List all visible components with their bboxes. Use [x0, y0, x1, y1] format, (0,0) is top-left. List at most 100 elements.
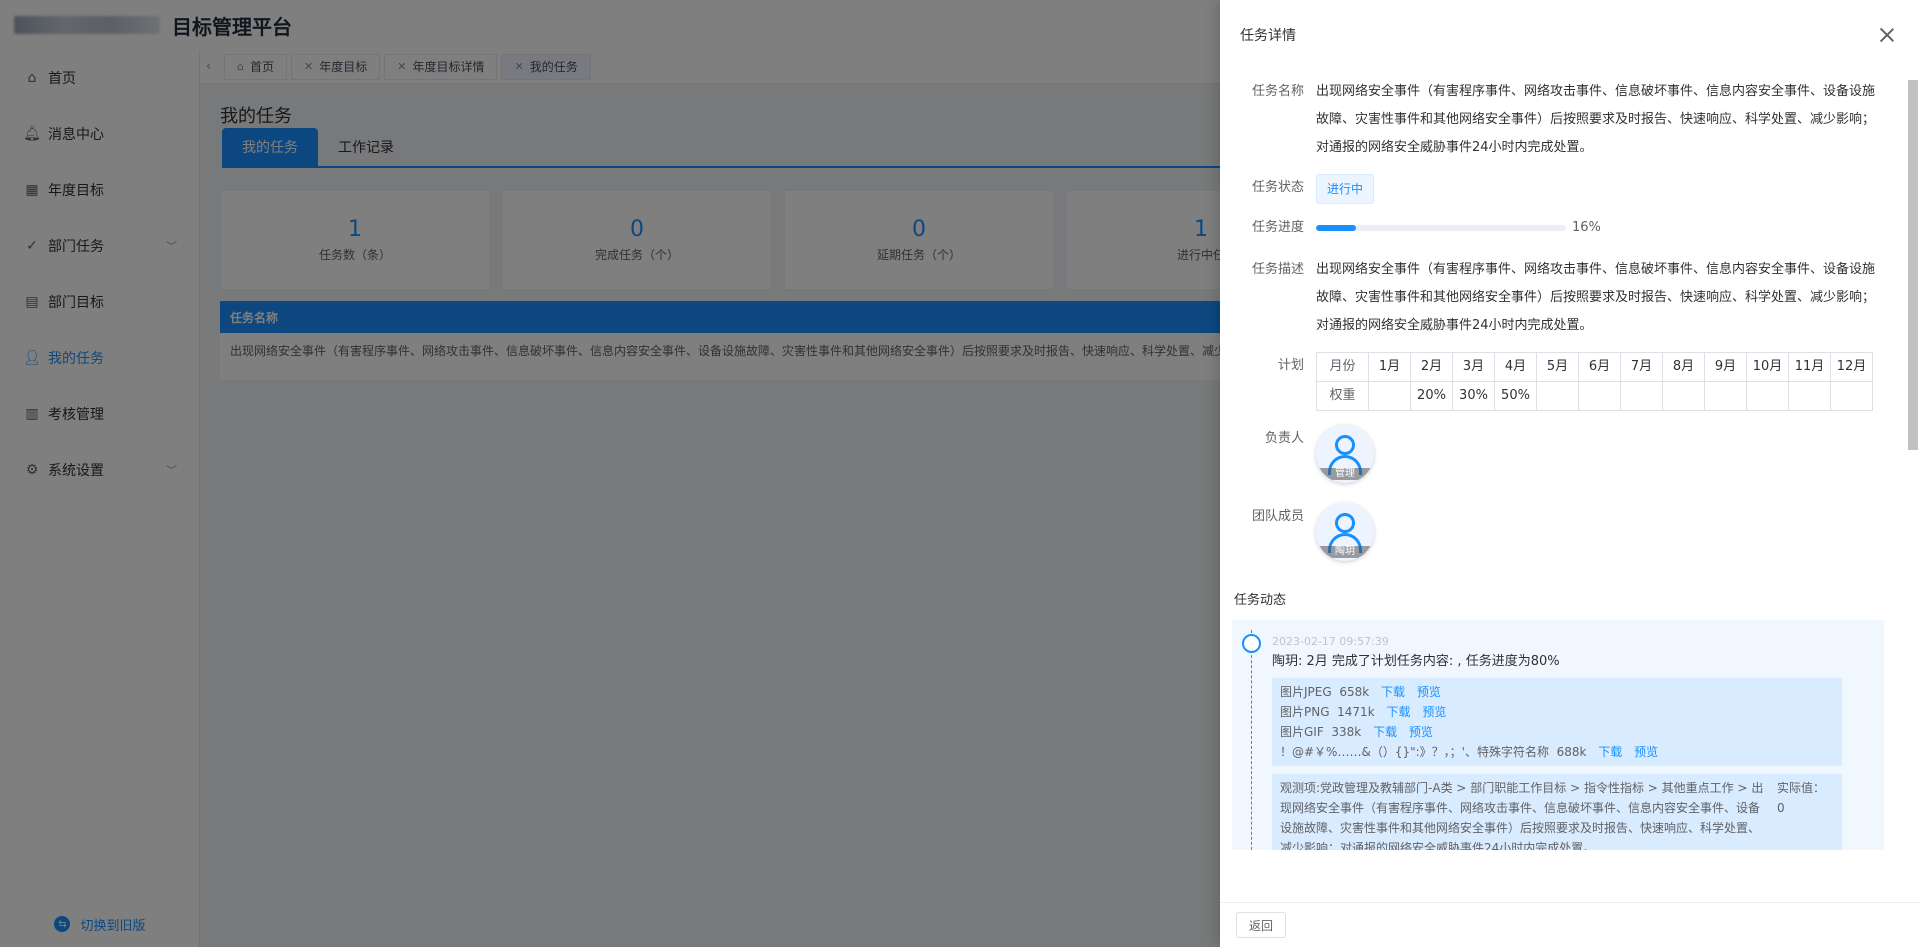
attachment-name: ！@#￥%……&（）{}":》？，；'、特殊字符名称 [1280, 745, 1549, 759]
download-link[interactable]: 下载 [1373, 725, 1397, 739]
field-task-desc: 任务描述 出现网络安全事件（有害程序事件、网络攻击事件、信息破坏事件、信息内容安… [1232, 256, 1908, 340]
plan-month: 7月 [1620, 352, 1663, 382]
field-label: 负责人 [1264, 431, 1304, 446]
attachment-item: 图片JPEG 658k 下载 预览 [1280, 682, 1834, 702]
plan-value: 月份 1月 2月 3月 4月 5月 6月 7月 8月 9月 10月 11月 12… [1316, 352, 1886, 411]
field-label: 任务状态 [1251, 180, 1304, 195]
timeline-line [1251, 630, 1252, 850]
task-desc-value: 出现网络安全事件（有害程序事件、网络攻击事件、信息破坏事件、信息内容安全事件、设… [1316, 262, 1876, 333]
preview-link[interactable]: 预览 [1422, 705, 1446, 719]
progress-fill [1316, 225, 1356, 231]
plan-month: 6月 [1578, 352, 1621, 382]
avatar-head [1335, 513, 1355, 533]
plan-row-label: 月份 [1316, 352, 1369, 382]
plan-weight [1788, 381, 1831, 411]
task-detail-drawer: 任务详情 任务名称 出现网络安全事件（有害程序事件、网络攻击事件、信息破坏事件、… [1220, 0, 1920, 947]
preview-link[interactable]: 预览 [1634, 745, 1658, 759]
attachment-list: 图片JPEG 658k 下载 预览 图片PNG 1471k 下载 预览 图片GI… [1272, 678, 1842, 766]
avatar-name: 管理 [1316, 468, 1374, 480]
task-status-value: 进行中 [1316, 174, 1886, 204]
drawer-body: 任务名称 出现网络安全事件（有害程序事件、网络攻击事件、信息破坏事件、信息内容安… [1220, 70, 1908, 902]
plan-weight [1620, 381, 1663, 411]
field-label: 团队成员 [1251, 509, 1304, 524]
avatar-name: 陶玥 [1316, 546, 1374, 558]
attachment-name: 图片JPEG [1280, 685, 1332, 699]
owner-value: 管理 [1316, 425, 1886, 483]
progress-text: 16% [1572, 220, 1601, 235]
plan-weight [1830, 381, 1873, 411]
plan-weight-row: 权重 20% 30% 50% [1316, 381, 1873, 411]
plan-month: 9月 [1704, 352, 1747, 382]
avatar[interactable]: 陶玥 [1316, 503, 1374, 561]
plan-month-row: 月份 1月 2月 3月 4月 5月 6月 7月 8月 9月 10月 11月 12… [1316, 352, 1873, 382]
plan-month: 1月 [1368, 352, 1411, 382]
plan-month: 12月 [1830, 352, 1873, 382]
download-link[interactable]: 下载 [1381, 685, 1405, 699]
attachment-size: 338k [1331, 725, 1362, 739]
field-task-name: 任务名称 出现网络安全事件（有害程序事件、网络攻击事件、信息破坏事件、信息内容安… [1232, 78, 1908, 162]
scrollbar[interactable] [1908, 80, 1918, 898]
observation-text: 观测项:党政管理及教辅部门-A类 > 部门职能工作目标 > 指令性指标 > 其他… [1280, 781, 1764, 850]
attachment-item: ！@#￥%……&（）{}":》？，；'、特殊字符名称 688k 下载 预览 [1280, 742, 1834, 762]
attachment-size: 688k [1556, 745, 1587, 759]
plan-weight: 50% [1494, 381, 1537, 411]
attachment-size: 658k [1339, 685, 1370, 699]
field-task-progress: 任务进度 16% [1232, 214, 1908, 242]
plan-row-label: 权重 [1316, 381, 1369, 411]
timeline-time: 2023-02-17 09:57:39 [1272, 635, 1389, 648]
plan-month: 10月 [1746, 352, 1789, 382]
progress-bar: 16% [1316, 214, 1886, 242]
field-plan: 计划 月份 1月 2月 3月 4月 5月 6月 7月 8月 9月 10月 11月… [1232, 352, 1908, 411]
scroll-thumb[interactable] [1908, 80, 1918, 450]
attachment-item: 图片GIF 338k 下载 预览 [1280, 722, 1834, 742]
plan-table: 月份 1月 2月 3月 4月 5月 6月 7月 8月 9月 10月 11月 12… [1316, 352, 1873, 411]
plan-month: 3月 [1452, 352, 1495, 382]
plan-weight [1578, 381, 1621, 411]
field-label: 计划 [1277, 358, 1304, 373]
progress-track [1316, 225, 1566, 231]
close-icon[interactable] [1876, 24, 1898, 46]
field-label: 任务进度 [1251, 220, 1304, 235]
field-label: 任务描述 [1251, 262, 1304, 277]
drawer-title: 任务详情 [1240, 28, 1296, 44]
plan-weight [1536, 381, 1579, 411]
task-progress-value: 16% [1316, 214, 1886, 242]
attachment-name: 图片GIF [1280, 725, 1324, 739]
plan-weight [1662, 381, 1705, 411]
avatar-head [1335, 435, 1355, 455]
attachment-item: 图片PNG 1471k 下载 预览 [1280, 702, 1834, 722]
plan-weight [1368, 381, 1411, 411]
task-name-value: 出现网络安全事件（有害程序事件、网络攻击事件、信息破坏事件、信息内容安全事件、设… [1316, 84, 1876, 155]
field-label: 任务名称 [1251, 84, 1304, 99]
plan-weight: 30% [1452, 381, 1495, 411]
observation-value: 实际值：0 [1777, 781, 1826, 815]
plan-weight [1704, 381, 1747, 411]
avatar[interactable]: 管理 [1316, 425, 1374, 483]
status-badge: 进行中 [1316, 174, 1375, 204]
plan-weight [1746, 381, 1789, 411]
plan-month: 8月 [1662, 352, 1705, 382]
plan-month: 11月 [1788, 352, 1831, 382]
drawer-footer: 返回 [1220, 902, 1920, 947]
team-value: 陶玥 [1316, 503, 1886, 561]
plan-month: 2月 [1410, 352, 1453, 382]
timeline-text: 陶玥: 2月 完成了计划任务内容: , 任务进度为80% [1272, 654, 1560, 669]
timeline: 2023-02-17 09:57:39 陶玥: 2月 完成了计划任务内容: , … [1232, 620, 1884, 850]
field-task-status: 任务状态 进行中 [1232, 174, 1908, 204]
back-button[interactable]: 返回 [1236, 912, 1287, 938]
timeline-dot [1242, 634, 1261, 653]
field-owner: 负责人 管理 [1232, 425, 1908, 483]
attachment-name: 图片PNG [1280, 705, 1330, 719]
dynamics-title: 任务动态 [1234, 593, 1287, 608]
plan-month: 5月 [1536, 352, 1579, 382]
drawer-header: 任务详情 [1220, 0, 1920, 70]
download-link[interactable]: 下载 [1598, 745, 1622, 759]
preview-link[interactable]: 预览 [1417, 685, 1441, 699]
download-link[interactable]: 下载 [1386, 705, 1410, 719]
plan-weight: 20% [1410, 381, 1453, 411]
observation-box: 观测项:党政管理及教辅部门-A类 > 部门职能工作目标 > 指令性指标 > 其他… [1272, 774, 1842, 850]
attachment-size: 1471k [1337, 705, 1375, 719]
plan-month: 4月 [1494, 352, 1537, 382]
preview-link[interactable]: 预览 [1409, 725, 1433, 739]
field-team: 团队成员 陶玥 [1232, 503, 1908, 561]
